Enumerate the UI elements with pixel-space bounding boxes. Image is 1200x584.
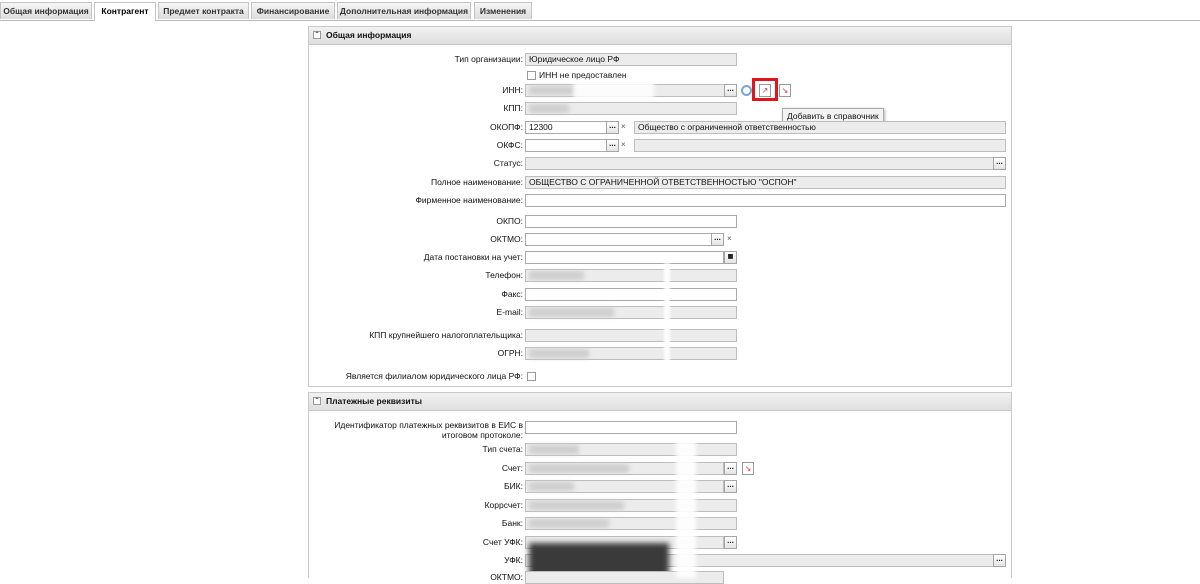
- phone-label: Телефон:: [485, 270, 523, 280]
- bank-label: Банк:: [501, 518, 523, 528]
- ufk-account-lookup-button[interactable]: ...: [724, 536, 737, 549]
- okopf-label: ОКОПФ:: [489, 122, 523, 132]
- corr-account-redacted: [529, 501, 624, 510]
- status-field: [525, 157, 994, 170]
- oktmo-input[interactable]: [525, 233, 712, 246]
- refresh-icon[interactable]: [741, 85, 752, 96]
- directory-icon[interactable]: ↘: [779, 84, 791, 97]
- brand-name-input[interactable]: [525, 194, 1006, 207]
- kpp-major-label: КПП крупнейшего налогоплательщика:: [369, 330, 523, 340]
- status-lookup-button[interactable]: ...: [993, 157, 1006, 170]
- oktmo-lookup-button[interactable]: ...: [711, 233, 724, 246]
- ufk-account-label: Счет УФК:: [482, 537, 523, 547]
- ufk-label: УФК:: [504, 555, 523, 565]
- oktmo-label: ОКТМО:: [490, 234, 523, 244]
- okopf-lookup-button[interactable]: ...: [606, 121, 619, 134]
- okpo-input[interactable]: [525, 215, 737, 228]
- directory-icon[interactable]: ↘: [742, 462, 754, 475]
- org-type-field: Юридическое лицо РФ: [525, 53, 737, 66]
- brand-name-label: Фирменное наименование:: [415, 195, 523, 205]
- corr-account-label: Коррсчет:: [484, 500, 523, 510]
- section-title: Общая информация: [326, 30, 412, 40]
- branch-checkbox[interactable]: [527, 372, 536, 381]
- redaction-overlay: [574, 80, 654, 100]
- okfs-name-field: [634, 139, 1006, 152]
- collapse-icon[interactable]: ⌃: [313, 31, 321, 39]
- okfs-label: ОКФС:: [496, 140, 523, 150]
- ufk-lookup-button[interactable]: ...: [993, 554, 1006, 567]
- branch-label: Является филиалом юридического лица РФ:: [345, 371, 523, 381]
- okpo-label: ОКПО:: [496, 216, 523, 226]
- okopf-name-field: Общество с ограниченной ответственностью: [634, 121, 1006, 134]
- okopf-code-field[interactable]: 12300: [525, 121, 607, 134]
- account-type-label: Тип счета:: [482, 444, 523, 454]
- tab-counterparty[interactable]: Контрагент: [94, 2, 156, 21]
- bank-redacted: [529, 519, 609, 528]
- redaction-overlay: [676, 440, 696, 578]
- okfs-code-field[interactable]: [525, 139, 607, 152]
- email-redacted: [529, 308, 614, 317]
- kpp-redacted: [529, 104, 569, 113]
- tab-additional-info[interactable]: Дополнительная информация: [337, 2, 471, 19]
- okfs-clear-icon[interactable]: ×: [621, 139, 626, 150]
- account-redacted: [529, 464, 629, 473]
- reg-date-input[interactable]: [525, 251, 724, 264]
- eis-id-label-line2: итоговом протоколе:: [441, 430, 523, 440]
- reg-date-label: Дата постановки на учет:: [423, 252, 523, 262]
- collapse-icon[interactable]: ⌃: [313, 397, 321, 405]
- okopf-clear-icon[interactable]: ×: [621, 121, 626, 132]
- section-title: Платежные реквизиты: [326, 396, 423, 406]
- tab-contract-subject[interactable]: Предмет контракта: [158, 2, 249, 19]
- bik-label: БИК:: [503, 481, 523, 491]
- status-label: Статус:: [493, 158, 523, 168]
- phone-redacted: [529, 271, 584, 280]
- redaction-overlay: [664, 263, 670, 363]
- bik-lookup-button[interactable]: ...: [724, 480, 737, 493]
- oktmo-clear-icon[interactable]: ×: [727, 233, 732, 244]
- add-to-directory-icon[interactable]: ↗: [759, 84, 771, 97]
- tab-general-info[interactable]: Общая информация: [0, 2, 92, 19]
- tab-financing[interactable]: Финансирование: [251, 2, 335, 19]
- account-type-redacted: [529, 445, 579, 454]
- account-lookup-button[interactable]: ...: [724, 462, 737, 475]
- fax-input[interactable]: [525, 288, 737, 301]
- eis-id-input[interactable]: [525, 421, 737, 434]
- full-name-field: ОБЩЕСТВО С ОГРАНИЧЕННОЙ ОТВЕТСТВЕННОСТЬЮ…: [525, 176, 1006, 189]
- payment-header[interactable]: ⌃ Платежные реквизиты: [309, 393, 1011, 411]
- account-label: Счет:: [501, 463, 523, 473]
- ogrn-redacted: [529, 349, 589, 358]
- general-info-header[interactable]: ⌃ Общая информация: [309, 27, 1011, 45]
- org-type-label: Тип организации:: [454, 54, 523, 64]
- tab-changes[interactable]: Изменения: [474, 2, 532, 19]
- full-name-label: Полное наименование:: [431, 177, 523, 187]
- ogrn-label: ОГРН:: [497, 348, 523, 358]
- email-label: E-mail:: [496, 307, 523, 317]
- kpp-major-field: [525, 329, 737, 342]
- calendar-icon[interactable]: ▦: [724, 251, 737, 264]
- bik-redacted: [529, 482, 574, 491]
- inn-label: ИНН:: [502, 85, 523, 95]
- okfs-lookup-button[interactable]: ...: [606, 139, 619, 152]
- inn-redacted: [529, 86, 574, 95]
- tab-bar: Общая информация Контрагент Предмет конт…: [0, 0, 1200, 21]
- fax-label: Факс:: [501, 289, 523, 299]
- inn-lookup-button[interactable]: ...: [724, 84, 737, 97]
- inn-not-provided-checkbox[interactable]: [527, 71, 536, 80]
- kpp-label: КПП:: [503, 103, 523, 113]
